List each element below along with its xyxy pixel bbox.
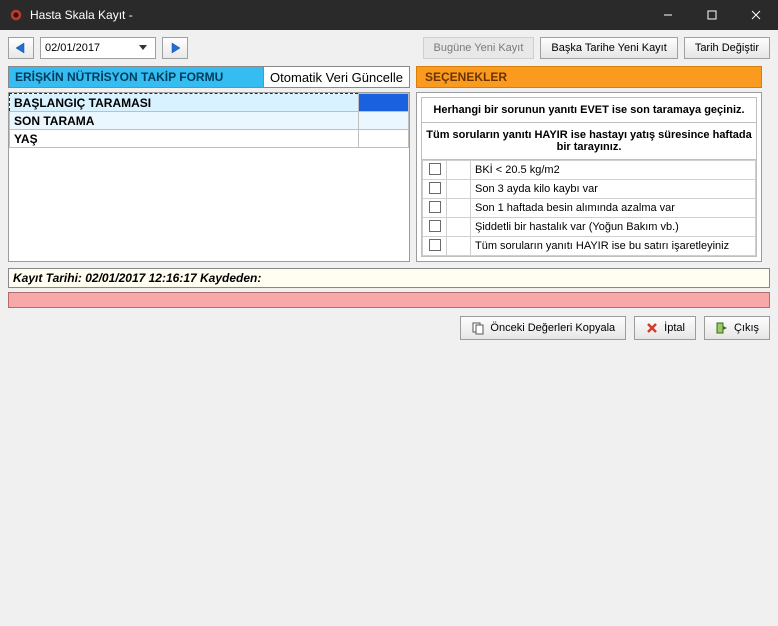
cancel-button[interactable]: İptal <box>634 316 696 340</box>
other-date-new-record-button[interactable]: Başka Tarihe Yeni Kayıt <box>540 37 677 59</box>
exit-icon <box>715 321 729 335</box>
option-checkbox[interactable] <box>429 163 441 175</box>
date-value: 02/01/2017 <box>45 42 100 54</box>
option-spacer <box>447 161 471 180</box>
row-value <box>359 94 409 112</box>
table-row[interactable]: SON TARAMA <box>10 112 409 130</box>
left-panel-header: ERİŞKİN NÜTRİSYON TAKİP FORMU Otomatik V… <box>8 66 410 88</box>
option-label: Son 3 ayda kilo kaybı var <box>471 180 756 199</box>
close-button[interactable] <box>734 0 778 30</box>
row-label: SON TARAMA <box>10 112 359 130</box>
status-text: Kayıt Tarihi: 02/01/2017 12:16:17 Kayded… <box>13 271 261 285</box>
row-value <box>359 130 409 148</box>
option-row: Son 1 haftada besin alımında azalma var <box>423 199 756 218</box>
minimize-button[interactable] <box>646 0 690 30</box>
option-checkbox[interactable] <box>429 201 441 213</box>
option-row: BKİ < 20.5 kg/m2 <box>423 161 756 180</box>
option-label: BKİ < 20.5 kg/m2 <box>471 161 756 180</box>
option-checkbox[interactable] <box>429 182 441 194</box>
option-checkbox[interactable] <box>429 220 441 232</box>
app-icon <box>8 7 24 23</box>
form-sections-table: BAŞLANGIÇ TARAMASI SON TARAMA YAŞ <box>9 93 409 148</box>
option-spacer <box>447 180 471 199</box>
toolbar: 02/01/2017 Bugüne Yeni Kayıt Başka Tarih… <box>0 30 778 66</box>
chevron-down-icon <box>135 45 151 51</box>
option-label: Tüm soruların yanıtı HAYIR ise bu satırı… <box>471 237 756 256</box>
button-label: İptal <box>664 322 685 334</box>
table-row[interactable]: YAŞ <box>10 130 409 148</box>
options-caption-1: Herhangi bir sorunun yanıtı EVET ise son… <box>422 98 756 123</box>
prev-date-button[interactable] <box>8 37 34 59</box>
change-date-button[interactable]: Tarih Değiştir <box>684 37 770 59</box>
option-label: Şiddetli bir hastalık var (Yoğun Bakım v… <box>471 218 756 237</box>
progress-bar <box>8 292 770 308</box>
option-label: Son 1 haftada besin alımında azalma var <box>471 199 756 218</box>
right-panel-body: Herhangi bir sorunun yanıtı EVET ise son… <box>416 92 762 262</box>
titlebar: Hasta Skala Kayıt - <box>0 0 778 30</box>
option-row: Son 3 ayda kilo kaybı var <box>423 180 756 199</box>
option-spacer <box>447 199 471 218</box>
copy-icon <box>471 321 485 335</box>
cancel-icon <box>645 321 659 335</box>
date-dropdown[interactable]: 02/01/2017 <box>40 37 156 59</box>
button-label: Önceki Değerleri Kopyala <box>490 322 615 334</box>
today-new-record-button[interactable]: Bugüne Yeni Kayıt <box>423 37 535 59</box>
maximize-button[interactable] <box>690 0 734 30</box>
row-label: YAŞ <box>10 130 359 148</box>
copy-previous-values-button[interactable]: Önceki Değerleri Kopyala <box>460 316 626 340</box>
next-date-button[interactable] <box>162 37 188 59</box>
option-spacer <box>447 237 471 256</box>
status-line: Kayıt Tarihi: 02/01/2017 12:16:17 Kayded… <box>8 268 770 288</box>
options-box: Herhangi bir sorunun yanıtı EVET ise son… <box>421 97 757 257</box>
button-label: Çıkış <box>734 322 759 334</box>
row-label: BAŞLANGIÇ TARAMASI <box>10 94 359 112</box>
option-row: Tüm soruların yanıtı HAYIR ise bu satırı… <box>423 237 756 256</box>
options-table: BKİ < 20.5 kg/m2 Son 3 ayda kilo kaybı v… <box>422 160 756 256</box>
exit-button[interactable]: Çıkış <box>704 316 770 340</box>
options-caption-2: Tüm soruların yanıtı HAYIR ise hastayı y… <box>422 123 756 160</box>
window-title: Hasta Skala Kayıt - <box>30 8 646 22</box>
row-value <box>359 112 409 130</box>
left-panel-body: BAŞLANGIÇ TARAMASI SON TARAMA YAŞ <box>8 92 410 262</box>
form-title: ERİŞKİN NÜTRİSYON TAKİP FORMU <box>9 67 263 87</box>
window-controls <box>646 0 778 30</box>
option-checkbox[interactable] <box>429 239 441 251</box>
table-row[interactable]: BAŞLANGIÇ TARAMASI <box>10 94 409 112</box>
auto-update-button[interactable]: Otomatik Veri Güncelle <box>263 67 409 87</box>
option-spacer <box>447 218 471 237</box>
bottom-button-bar: Önceki Değerleri Kopyala İptal Çıkış <box>0 308 778 348</box>
option-row: Şiddetli bir hastalık var (Yoğun Bakım v… <box>423 218 756 237</box>
options-title: SEÇENEKLER <box>416 66 762 88</box>
